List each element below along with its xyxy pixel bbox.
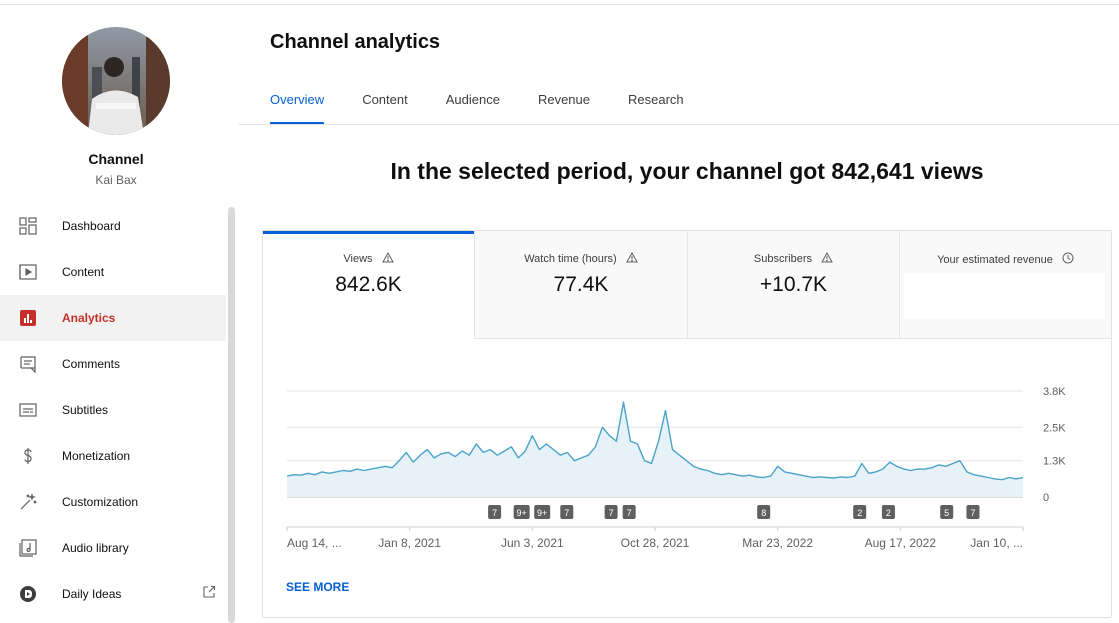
sidebar-item-label: Customization (62, 495, 139, 509)
sidebar-item-content[interactable]: Content (0, 249, 226, 295)
audio-library-icon (16, 536, 40, 560)
tab-revenue[interactable]: Revenue (538, 92, 590, 125)
y-tick-label: 0 (1043, 492, 1049, 504)
x-tick-label: Mar 23, 2022 (742, 536, 813, 550)
video-marker-label[interactable]: 9+ (537, 508, 547, 518)
sidebar-item-daily-ideas[interactable]: Daily Ideas (0, 571, 226, 617)
video-marker-label[interactable]: 8 (761, 508, 766, 518)
views-area-fill (287, 402, 1023, 497)
sidebar-item-subtitles[interactable]: Subtitles (0, 387, 226, 433)
content-icon (16, 260, 40, 284)
x-tick-label: Jan 8, 2021 (378, 536, 441, 550)
sidebar-item-analytics[interactable]: Analytics (0, 295, 226, 341)
sidebar-item-label: Subtitles (62, 403, 109, 417)
sidebar-item-dashboard[interactable]: Dashboard (0, 203, 226, 249)
video-marker-label[interactable]: 7 (564, 508, 569, 518)
sidebar-item-label: Comments (62, 357, 121, 371)
sidebar-item-label: Content (62, 265, 105, 279)
sidebar: Channel Kai Bax Dashboard Content Analyt… (0, 5, 238, 623)
subtitles-icon (16, 398, 40, 422)
video-marker-label[interactable]: 7 (492, 508, 497, 518)
tab-overview[interactable]: Overview (270, 92, 325, 125)
y-tick-label: 2.5K (1043, 422, 1066, 434)
sidebar-item-label: Monetization (62, 449, 131, 463)
video-marker-label[interactable]: 2 (886, 508, 891, 518)
sidebar-nav: Dashboard Content Analytics Comments Sub… (0, 203, 226, 617)
tab-research[interactable]: Research (628, 92, 684, 125)
video-marker-label[interactable]: 7 (609, 508, 614, 518)
sidebar-item-comments[interactable]: Comments (0, 341, 226, 387)
sidebar-scrollbar[interactable] (228, 207, 235, 623)
x-tick-label: Aug 17, 2022 (865, 536, 937, 550)
avatar[interactable] (62, 27, 170, 135)
avatar-image (62, 27, 170, 135)
sidebar-item-label: Daily Ideas (62, 587, 122, 601)
analytics-tabs: Overview Content Audience Revenue Resear… (270, 92, 722, 125)
customization-icon (16, 490, 40, 514)
views-chart[interactable]: 0 1.3K 2.5K 3.8K 7 9+ 9+ 7 7 7 8 2 2 5 7 Aug 14, ... Jan… (263, 231, 1111, 619)
video-marker-label[interactable]: 2 (857, 508, 862, 518)
sidebar-item-customization[interactable]: Customization (0, 479, 226, 525)
comments-icon (16, 352, 40, 376)
period-headline: In the selected period, your channel got… (390, 158, 984, 184)
analytics-icon (16, 306, 40, 330)
video-marker-label[interactable]: 7 (970, 508, 975, 518)
y-tick-label: 1.3K (1043, 456, 1066, 468)
see-more-button[interactable]: SEE MORE (286, 580, 349, 594)
page-title: Channel analytics (270, 31, 441, 53)
dashboard-icon (16, 214, 40, 238)
channel-label: Channel (88, 151, 144, 167)
x-tick-label: Jun 3, 2021 (501, 536, 564, 550)
sidebar-item-audio-library[interactable]: Audio library (0, 525, 226, 571)
tab-audience[interactable]: Audience (446, 92, 500, 125)
tab-content[interactable]: Content (362, 92, 408, 125)
sidebar-item-monetization[interactable]: Monetization (0, 433, 226, 479)
sidebar-item-label: Analytics (62, 311, 116, 325)
y-tick-label: 3.8K (1043, 386, 1066, 398)
overview-card: Views 842.6K Watch time (hours) 77.4K Su… (262, 230, 1112, 618)
channel-name: Kai Bax (95, 173, 137, 187)
tabs-divider (238, 124, 1119, 125)
external-link-icon[interactable] (202, 585, 218, 601)
daily-ideas-icon (16, 582, 40, 606)
x-tick-label: Aug 14, ... (287, 536, 342, 550)
x-tick-label: Oct 28, 2021 (621, 536, 690, 550)
sidebar-item-label: Audio library (62, 541, 129, 555)
video-marker-label[interactable]: 5 (944, 508, 949, 518)
video-marker-label[interactable]: 9+ (517, 508, 527, 518)
monetization-icon (16, 444, 40, 468)
x-tick-label: Jan 10, ... (970, 536, 1023, 550)
sidebar-item-label: Dashboard (62, 219, 121, 233)
video-marker-label[interactable]: 7 (627, 508, 632, 518)
